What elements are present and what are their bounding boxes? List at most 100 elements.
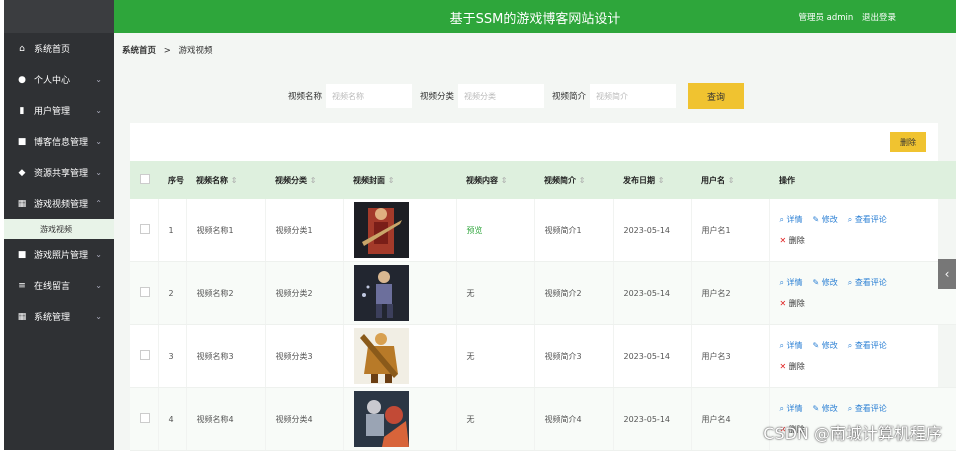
row-checkbox[interactable] <box>140 350 150 360</box>
sidebar-item-label: 用户管理 <box>34 107 71 117</box>
collapse-handle-icon[interactable]: ‹ <box>938 259 956 289</box>
sort-icon: ⇕ <box>387 175 395 185</box>
video-cover-cell[interactable] <box>343 387 457 451</box>
header-video-cover[interactable]: 视频封面 ⇕ <box>343 161 456 199</box>
detail-button[interactable]: ⌕ 详情 <box>780 278 803 287</box>
detail-label: 详情 <box>786 215 803 224</box>
row-number: 3 <box>158 324 187 388</box>
video-content-value: 无 <box>466 351 475 361</box>
sidebar-item-items2[interactable]: ▮ 用户管理 ⌄ <box>4 95 114 126</box>
row-number: 2 <box>158 261 187 325</box>
video-cover-image <box>353 391 409 447</box>
home-icon: ⌂ <box>19 43 25 54</box>
search-icon: ⌕ <box>779 215 784 224</box>
bar-chart-icon: ▮ <box>19 105 25 116</box>
view-comments-label: 查看评论 <box>854 215 887 224</box>
breadcrumb: 系统首页 > 游戏视频 <box>122 44 213 56</box>
search-icon: ⌕ <box>779 404 784 413</box>
video-name-cell: 视频名称2 <box>186 261 266 325</box>
detail-label: 详情 <box>786 278 803 287</box>
delete-button[interactable]: ✕ 删除 <box>780 299 805 308</box>
sidebar-item-items4[interactable]: ◆ 资源共享管理 ⌄ <box>4 157 114 188</box>
video-content-value[interactable]: 预览 <box>467 226 483 235</box>
edit-button[interactable]: ✎ 修改 <box>813 404 838 413</box>
logout-link[interactable]: 退出登录 <box>862 13 896 23</box>
doc-icon: ■ <box>17 136 27 147</box>
sort-icon: ⇕ <box>727 175 735 185</box>
row-checkbox[interactable] <box>140 287 150 297</box>
edit-button[interactable]: ✎ 修改 <box>813 278 838 287</box>
search-button[interactable]: 查询 <box>688 83 745 109</box>
video-content-cell: 无 <box>456 261 535 325</box>
sort-icon: ⇕ <box>500 175 508 185</box>
close-icon: ✕ <box>779 236 787 245</box>
publish-date-cell: 2023-05-14 <box>613 387 692 451</box>
username-cell: 用户名3 <box>691 324 770 388</box>
header-video-category[interactable]: 视频分类 ⇕ <box>265 161 343 199</box>
table-row: 3 视频名称3 视频分类3 无视频简介3 2023-05-14 用户名3 ⌕ 详情 ✎ 修改 ⌕… <box>130 324 956 388</box>
header-username[interactable]: 用户名 ⇕ <box>691 161 769 199</box>
video-cover-cell[interactable] <box>343 324 457 388</box>
sidebar: ⌂ 系统首页 ● 个人中心 ⌄ ▮ 用户管理 ⌄ ■ 博客信息管理 ⌄ ◆ 资源共享管理 ⌄ ▦ 游戏视频管理… <box>4 0 114 450</box>
header-publish-date[interactable]: 发布日期 ⇕ <box>613 161 691 199</box>
video-name-input[interactable] <box>326 84 413 108</box>
breadcrumb-current: 游戏视频 <box>178 46 213 56</box>
video-intro-cell: 视频简介4 <box>534 387 614 451</box>
video-table: 序号 视频名称 ⇕ 视频分类 ⇕ 视频封面 ⇕ 视频内容 ⇕ 视频简介 ⇕ 发布… <box>130 161 956 451</box>
user-area: 管理员 admin 退出登录 <box>792 11 896 23</box>
sidebar-item-label: 系统首页 <box>34 45 71 55</box>
header-video-name[interactable]: 视频名称 ⇕ <box>186 161 265 199</box>
search-icon: ⌕ <box>779 341 784 350</box>
batch-delete-button[interactable]: 删除 <box>890 132 926 152</box>
sort-icon: ⇕ <box>309 175 317 185</box>
edit-button[interactable]: ✎ 修改 <box>813 341 838 350</box>
actions-cell: ⌕ 详情 ✎ 修改 ⌕ 查看评论 ✕ 删除 <box>769 324 956 388</box>
close-icon: ✕ <box>779 299 787 308</box>
pencil-icon: ✎ <box>812 404 820 413</box>
edit-label: 修改 <box>821 341 838 350</box>
detail-button[interactable]: ⌕ 详情 <box>780 215 803 224</box>
username-cell: 用户名2 <box>691 261 770 325</box>
video-category-cell: 视频分类2 <box>265 261 344 325</box>
header-no: 序号 <box>158 161 186 199</box>
detail-button[interactable]: ⌕ 详情 <box>780 404 803 413</box>
username-cell: 用户名1 <box>691 199 770 262</box>
view-comments-button[interactable]: ⌕ 查看评论 <box>848 404 887 413</box>
row-checkbox[interactable] <box>140 413 150 423</box>
view-comments-button[interactable]: ⌕ 查看评论 <box>848 215 887 224</box>
video-cover-cell[interactable] <box>343 261 457 325</box>
video-intro-input[interactable] <box>590 84 677 108</box>
grid-icon: ▦ <box>17 311 27 322</box>
video-cover-cell[interactable] <box>343 199 457 262</box>
sidebar-item-items21[interactable]: ≡ 在线留言 ⌄ <box>4 270 114 301</box>
row-number: 4 <box>158 387 187 451</box>
sidebar-item-items5[interactable]: ▦ 游戏视频管理 ⌃ <box>4 188 114 219</box>
view-comments-button[interactable]: ⌕ 查看评论 <box>848 341 887 350</box>
admin-label: 管理员 admin <box>798 13 854 23</box>
sidebar-item-items20[interactable]: ■ 游戏照片管理 ⌄ <box>4 239 114 270</box>
video-category-cell: 视频分类3 <box>265 324 344 388</box>
sidebar-item-items0[interactable]: ⌂ 系统首页 <box>4 33 114 64</box>
breadcrumb-home[interactable]: 系统首页 <box>122 46 156 56</box>
grid-icon: ▦ <box>17 198 27 209</box>
detail-button[interactable]: ⌕ 详情 <box>780 341 803 350</box>
sidebar-item-items1[interactable]: ● 个人中心 ⌄ <box>4 64 114 95</box>
select-all-checkbox[interactable] <box>140 174 150 184</box>
video-category-input[interactable] <box>458 84 545 108</box>
sidebar-subitem-game-video[interactable]: 游戏视频 <box>4 219 114 239</box>
delete-button[interactable]: ✕ 删除 <box>780 362 805 371</box>
edit-label: 修改 <box>821 215 838 224</box>
search-icon: ⌕ <box>847 278 853 287</box>
delete-button[interactable]: ✕ 删除 <box>780 236 805 245</box>
header-video-category-label: 视频分类 <box>275 175 307 185</box>
header-video-content[interactable]: 视频内容 ⇕ <box>456 161 534 199</box>
row-checkbox[interactable] <box>140 224 150 234</box>
edit-button[interactable]: ✎ 修改 <box>813 215 838 224</box>
header-video-intro[interactable]: 视频简介 ⇕ <box>534 161 613 199</box>
header-video-cover-label: 视频封面 <box>353 175 385 185</box>
sidebar-item-label: 游戏视频管理 <box>34 200 89 210</box>
view-comments-button[interactable]: ⌕ 查看评论 <box>848 278 887 287</box>
chevron-icon: ⌄ <box>95 137 102 146</box>
sidebar-item-items22[interactable]: ▦ 系统管理 ⌄ <box>4 301 114 332</box>
sidebar-item-items3[interactable]: ■ 博客信息管理 ⌄ <box>4 126 114 157</box>
